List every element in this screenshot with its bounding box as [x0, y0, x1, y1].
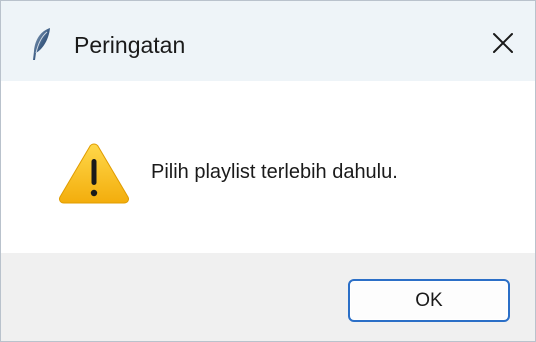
title-bar[interactable]: Peringatan: [1, 1, 535, 81]
close-button[interactable]: [471, 19, 535, 71]
window-title: Peringatan: [74, 32, 186, 58]
ok-button[interactable]: OK: [348, 279, 510, 322]
warning-icon: [57, 141, 131, 205]
dialog-message: Pilih playlist terlebih dahulu.: [151, 161, 398, 183]
dialog-window: Peringatan Pilih playlist terlebih dahul…: [0, 0, 536, 342]
feather-icon: [29, 27, 55, 61]
close-icon: [492, 32, 514, 59]
dialog-body: Pilih playlist terlebih dahulu.: [1, 81, 535, 253]
dialog-footer: OK: [1, 253, 535, 341]
